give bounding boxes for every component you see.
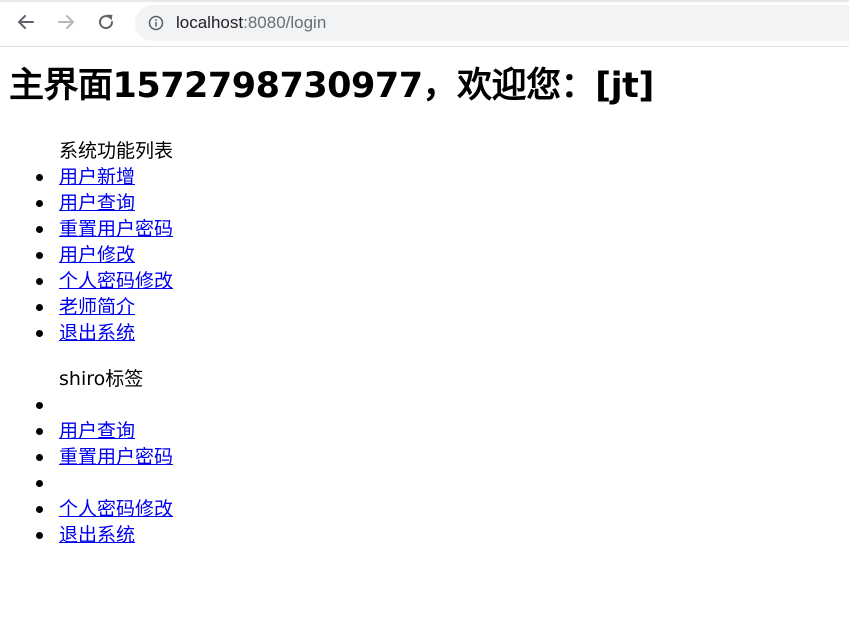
page-content: 主界面1572798730977，欢迎您：[jt] 系统功能列表 用户新增 用户… (0, 48, 849, 638)
arrow-right-icon (58, 15, 74, 29)
list-item: 老师简介 (35, 294, 173, 320)
shiro-menu-list: shiro标签 用户查询 重置用户密码 个人密码修改 退出系统 (0, 366, 173, 548)
system-menu-header: 系统功能列表 (59, 140, 174, 162)
url-host: localhost (176, 13, 244, 32)
edit-user-link[interactable]: 用户修改 (59, 244, 135, 266)
browser-toolbar: localhost:8080/login (0, 0, 849, 47)
address-bar[interactable]: localhost:8080/login (135, 5, 849, 41)
shiro-query-user-link[interactable]: 用户查询 (59, 420, 135, 442)
back-button[interactable] (14, 10, 38, 34)
arrow-left-icon (18, 15, 34, 29)
add-user-link[interactable]: 用户新增 (59, 166, 135, 188)
url-path: :8080/login (243, 13, 327, 32)
info-icon[interactable] (148, 15, 164, 31)
reload-icon (99, 14, 114, 30)
shiro-change-password-link[interactable]: 个人密码修改 (59, 498, 173, 520)
change-password-link[interactable]: 个人密码修改 (59, 270, 173, 292)
system-menu-list: 系统功能列表 用户新增 用户查询 重置用户密码 用户修改 个人密码修改 老师简介… (0, 138, 173, 346)
url-text[interactable]: localhost:8080/login (176, 13, 326, 33)
reload-button[interactable] (94, 10, 118, 34)
list-item: 用户新增 (35, 164, 173, 190)
list-item: 用户查询 (35, 190, 173, 216)
logout-link[interactable]: 退出系统 (59, 322, 135, 344)
list-item: 用户查询 (35, 418, 173, 444)
list-item: 用户修改 (35, 242, 173, 268)
page-title: 主界面1572798730977，欢迎您：[jt] (9, 66, 654, 106)
list-item: 个人密码修改 (35, 496, 173, 522)
shiro-menu-header: shiro标签 (59, 368, 144, 390)
query-user-link[interactable]: 用户查询 (59, 192, 135, 214)
shiro-reset-password-link[interactable]: 重置用户密码 (59, 446, 173, 468)
list-item: 退出系统 (35, 522, 173, 548)
list-item: 个人密码修改 (35, 268, 173, 294)
list-item: 重置用户密码 (35, 444, 173, 470)
list-item: 退出系统 (35, 320, 173, 346)
list-item-empty (35, 470, 173, 496)
tab-strip-edge (0, 0, 849, 2)
forward-button[interactable] (54, 10, 78, 34)
list-item: 重置用户密码 (35, 216, 173, 242)
shiro-logout-link[interactable]: 退出系统 (59, 524, 135, 546)
teacher-intro-link[interactable]: 老师简介 (59, 296, 135, 318)
list-item-empty (35, 392, 173, 418)
reset-password-link[interactable]: 重置用户密码 (59, 218, 173, 240)
